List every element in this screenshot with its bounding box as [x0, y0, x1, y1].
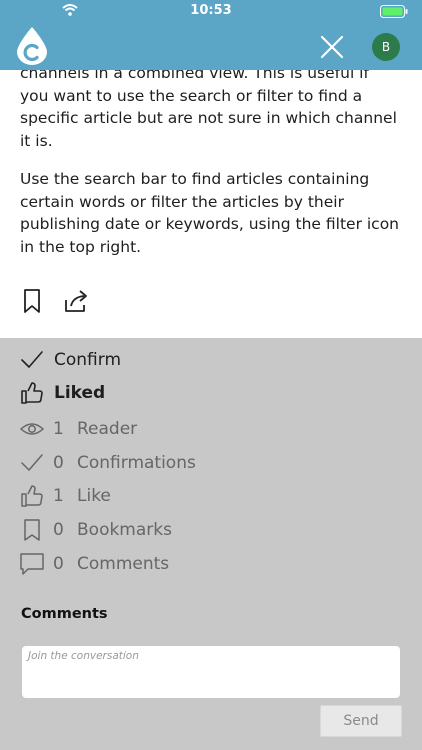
battery-icon [380, 5, 408, 18]
check-icon [21, 351, 43, 368]
readers-stat: 1 Reader [20, 416, 137, 442]
comments-heading: Comments [21, 606, 108, 622]
article-paragraph: channels in a combined view. This is use… [20, 70, 397, 150]
article-content: channels in a combined view. This is use… [0, 70, 422, 338]
close-icon[interactable] [319, 34, 345, 60]
like-button[interactable]: Liked [20, 380, 105, 406]
readers-label: Reader [77, 419, 138, 439]
confirm-button[interactable]: Confirm [20, 347, 121, 373]
bookmarks-stat: 0 Bookmarks [20, 517, 172, 543]
bookmarks-label: Bookmarks [77, 520, 172, 540]
bookmark-icon [24, 519, 40, 541]
comments-count: 0 [53, 554, 64, 574]
send-button[interactable]: Send [320, 705, 402, 737]
confirmations-label: Confirmations [77, 453, 196, 473]
thumbs-up-icon [21, 485, 43, 507]
liked-label: Liked [54, 383, 106, 403]
avatar[interactable]: B [372, 33, 400, 61]
readers-count: 1 [53, 419, 64, 439]
article-paragraph: Use the search bar to find articles cont… [20, 170, 400, 256]
status-time: 10:53 [190, 3, 232, 18]
comment-icon [20, 553, 44, 575]
share-icon[interactable] [62, 288, 90, 314]
logo-icon [17, 27, 47, 65]
check-icon [21, 454, 43, 471]
thumbs-up-icon [21, 382, 43, 404]
comment-input[interactable] [22, 646, 400, 698]
bookmarks-count: 0 [53, 520, 64, 540]
likes-count: 1 [53, 486, 64, 506]
bookmark-icon[interactable] [22, 288, 42, 314]
likes-stat: 1 Like [20, 483, 111, 509]
comments-stat: 0 Comments [20, 551, 169, 577]
likes-label: Like [77, 486, 111, 506]
confirmations-stat: 0 Confirmations [20, 450, 196, 476]
confirmations-count: 0 [53, 453, 64, 473]
eye-icon [20, 423, 44, 435]
comments-label: Comments [77, 554, 170, 574]
confirm-label: Confirm [54, 350, 122, 370]
app-header: 10:53 B [0, 0, 422, 70]
